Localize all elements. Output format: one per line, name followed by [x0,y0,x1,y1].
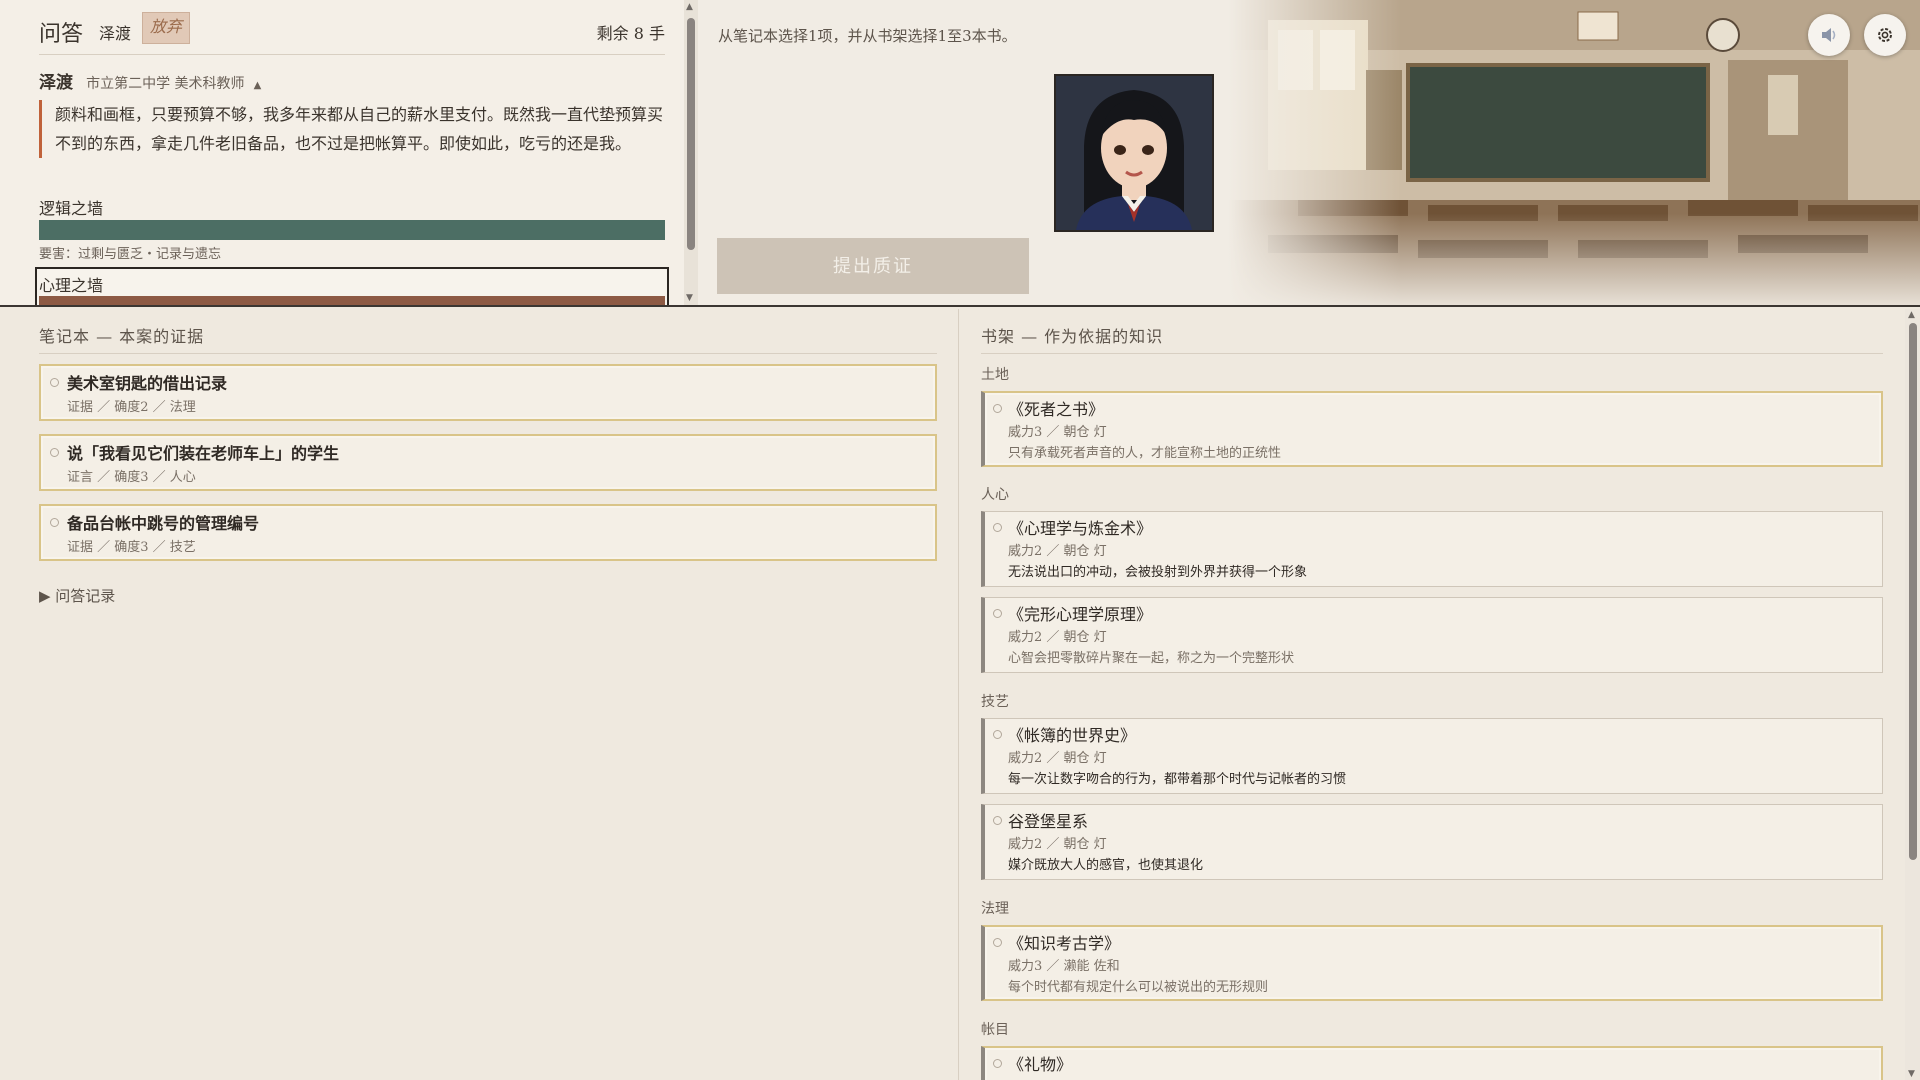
evidence-title: 美术室钥匙的借出记录 [67,374,228,393]
speaker-statement: 颜料和画框，只要预算不够，我多年来都从自己的薪水里支付。既然我一直代垫预算买不到… [39,100,665,158]
evidence-meta: 证据 ／ 确度3 ／ 技艺 [67,540,196,555]
evidence-title: 说「我看见它们装在老师车上」的学生 [67,444,340,463]
qa-panel: 问答 泽渡 放弃 剩余 8 手 泽渡 市立第二中学 美术科教师 ▲ 颜料和画框，… [0,0,690,305]
book-meta: 威力2 ／ 朝仓 灯 [1008,544,1107,559]
bookshelf-scrollbar-thumb[interactable] [1909,323,1917,860]
character-portrait [1054,74,1214,232]
select-checkbox-icon[interactable] [993,523,1002,532]
psychology-wall-label: 心理之墙 [39,276,104,295]
book-meta: 威力2 ／ 朝仓 灯 [1008,837,1107,852]
book-meta: 威力3 ／ 濑能 佐和 [1008,959,1120,974]
book-description: 每一次让数字吻合的行为，都带着那个时代与记帐者的习惯 [1008,772,1347,787]
classroom-background [1228,0,1920,305]
book-title: 《帐簿的世界史》 [1008,726,1137,745]
book-card[interactable]: 《知识考古学》 威力3 ／ 濑能 佐和 每个时代都有规定什么可以被说出的无形规则 [981,925,1883,1001]
book-card[interactable]: 《完形心理学原理》 威力2 ／ 朝仓 灯 心智会把零散碎片聚在一起，称之为一个完… [981,597,1883,673]
category-label: 法理 [981,901,1009,917]
evidence-title: 备品台帐中跳号的管理编号 [67,514,260,533]
select-checkbox-icon[interactable] [993,938,1002,947]
book-title: 《心理学与炼金术》 [1008,519,1153,538]
book-meta: 威力2 ／ 朝仓 灯 [1008,751,1107,766]
remaining-moves: 剩余 8 手 [596,24,665,43]
give-up-button[interactable]: 放弃 [142,12,190,44]
qa-header: 问答 泽渡 放弃 剩余 8 手 [39,12,665,55]
scroll-down-icon[interactable]: ▼ [1908,1069,1915,1079]
scroll-up-icon[interactable]: ▲ [1908,310,1915,320]
book-title: 《礼物》 [1008,1055,1073,1074]
evidence-card[interactable]: 备品台帐中跳号的管理编号 证据 ／ 确度3 ／ 技艺 [39,504,937,561]
select-checkbox-icon[interactable] [993,609,1002,618]
book-description: 心智会把零散碎片聚在一起，称之为一个完整形状 [1008,651,1295,666]
gear-icon[interactable] [1864,14,1906,56]
psychology-wall-bar [39,296,665,305]
notebook-divider [39,353,937,354]
category-label: 人心 [981,487,1009,503]
select-checkbox-icon[interactable] [993,404,1002,413]
speaker-name: 泽渡 [39,73,73,93]
book-description: 无法说出口的冲动，会被投射到外界并获得一个形象 [1008,565,1308,580]
speaker-role: 市立第二中学 美术科教师 [86,76,245,92]
notebook-title: 笔记本 — 本案的证据 [39,327,205,346]
logic-wall-bar [39,220,665,240]
qa-title: 问答 [39,22,84,47]
book-card[interactable]: 《死者之书》 威力3 ／ 朝仓 灯 只有承载死者声音的人，才能宣称土地的正统性 [981,391,1883,467]
qa-scrollbar-thumb[interactable] [687,18,695,250]
book-meta: 威力3 ／ 朝仓 灯 [1008,425,1107,440]
opponent-name: 泽渡 [99,24,132,43]
logic-wall-label: 逻辑之墙 [39,199,104,218]
speaker-line[interactable]: 泽渡 市立第二中学 美术科教师 ▲ [39,68,261,93]
category-label: 土地 [981,367,1009,383]
bookshelf-scrollbar[interactable]: ▲ ▼ [1905,309,1920,1080]
submit-evidence-button[interactable]: 提出质证 [717,238,1029,294]
select-radio-icon[interactable] [50,448,59,457]
scroll-up-icon[interactable]: ▲ [686,2,693,12]
bookshelf-title: 书架 — 作为依据的知识 [981,327,1164,346]
book-title: 谷登堡星系 [1008,812,1089,831]
top-region: 问答 泽渡 放弃 剩余 8 手 泽渡 市立第二中学 美术科教师 ▲ 颜料和画框，… [0,0,1920,307]
select-checkbox-icon[interactable] [993,1059,1002,1068]
evidence-meta: 证言 ／ 确度3 ／ 人心 [67,470,196,485]
book-description: 每个时代都有规定什么可以被说出的无形规则 [1008,980,1269,995]
center-panel: 从笔记本选择1项，并从书架选择1至3本书。 提出质证 [698,0,1238,305]
book-card[interactable]: 《礼物》 [981,1046,1883,1080]
panel-divider [958,309,959,1080]
book-card[interactable]: 《帐簿的世界史》 威力2 ／ 朝仓 灯 每一次让数字吻合的行为，都带着那个时代与… [981,718,1883,794]
speaker-icon[interactable] [1808,14,1850,56]
book-meta: 威力2 ／ 朝仓 灯 [1008,630,1107,645]
notebook-panel: 笔记本 — 本案的证据 美术室钥匙的借出记录 证据 ／ 确度2 ／ 法理 说「我… [0,309,958,1080]
scroll-down-icon[interactable]: ▼ [686,293,693,303]
select-radio-icon[interactable] [50,378,59,387]
evidence-card[interactable]: 美术室钥匙的借出记录 证据 ／ 确度2 ／ 法理 [39,364,937,421]
instruction-text: 从笔记本选择1项，并从书架选择1至3本书。 [718,27,1017,45]
select-checkbox-icon[interactable] [993,730,1002,739]
bookshelf-panel: 书架 — 作为依据的知识 土地 《死者之书》 威力3 ／ 朝仓 灯 只有承载死者… [960,309,1905,1080]
category-label: 技艺 [981,694,1009,710]
category-label: 帐目 [981,1022,1009,1038]
evidence-card[interactable]: 说「我看见它们装在老师车上」的学生 证言 ／ 确度3 ／ 人心 [39,434,937,491]
collapse-toggle-icon[interactable]: ▲ [254,80,262,91]
select-radio-icon[interactable] [50,518,59,527]
book-title: 《完形心理学原理》 [1008,605,1153,624]
book-description: 只有承载死者声音的人，才能宣称土地的正统性 [1008,446,1282,461]
bookshelf-divider [981,353,1883,354]
book-card[interactable]: 《心理学与炼金术》 威力2 ／ 朝仓 灯 无法说出口的冲动，会被投射到外界并获得… [981,511,1883,587]
book-description: 媒介既放大人的感官，也使其退化 [1008,858,1204,873]
book-title: 《死者之书》 [1008,400,1105,419]
qa-scrollbar[interactable]: ▲ ▼ [684,0,698,305]
qa-history-toggle[interactable]: ▶ 问答记录 [39,585,115,606]
book-title: 《知识考古学》 [1008,934,1121,953]
select-checkbox-icon[interactable] [993,816,1002,825]
book-card[interactable]: 谷登堡星系 威力2 ／ 朝仓 灯 媒介既放大人的感官，也使其退化 [981,804,1883,880]
evidence-meta: 证据 ／ 确度2 ／ 法理 [67,400,196,415]
logic-wall-note: 要害：过剩与匮乏・记录与遗忘 [39,247,222,262]
